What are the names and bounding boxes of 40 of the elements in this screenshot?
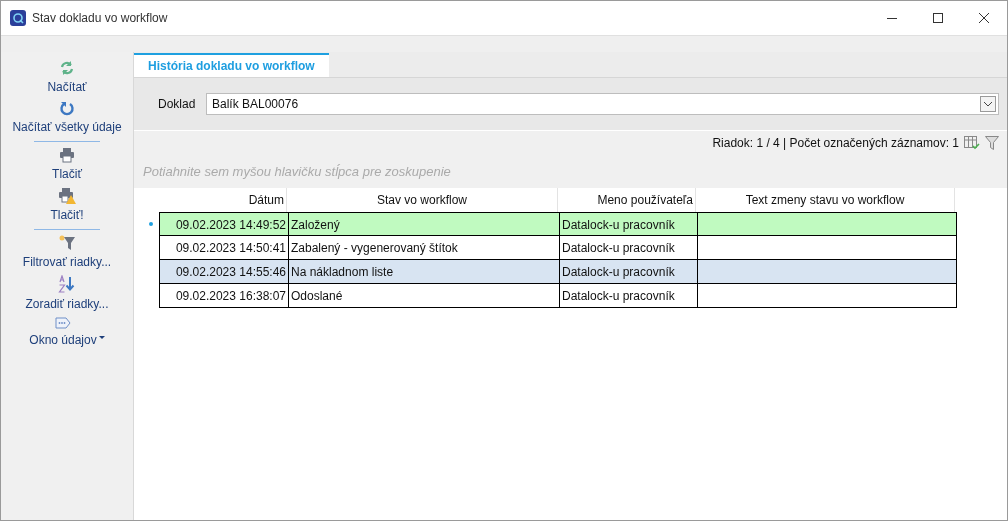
document-dropdown[interactable]: Balík BAL00076 [206,93,999,115]
table-cell-text: 09.02.2023 14:50:41 [174,239,287,257]
table-cell: Datalock-u pracovník [559,284,697,307]
table-cell: Na nákladnom liste [288,260,559,283]
table-cell: Datalock-u pracovník [559,236,697,259]
sidebar-button[interactable]: Filtrovať riadky... [18,233,116,273]
table-row[interactable]: 09.02.2023 14:49:52 Založený Datalock-u pracovník [159,212,957,236]
table-row[interactable]: 09.02.2023 14:55:46 Na nákladnom liste Datalock-u pracovník [159,260,957,284]
table-cell: Datalock-u pracovník [559,260,697,283]
sidebar-button[interactable]: Tlačiť! [46,185,88,226]
reload-icon [59,100,75,116]
table-cell-text: 09.02.2023 16:38:07 [174,287,287,305]
table-cell: Zabalený - vygenerovaný štítok [288,236,559,259]
table-cell: Odoslané [288,284,559,307]
sort-icon [58,275,76,293]
sidebar-button[interactable]: Okno údajov [25,315,109,351]
refresh-icon [59,60,75,76]
app-logo-icon [10,10,26,26]
window-title: Stav dokladu vo workflow [32,10,168,27]
close-icon [979,13,989,23]
table-cell-text: 09.02.2023 14:49:52 [174,216,287,234]
sidebar-button[interactable]: Zoradiť riadky... [21,273,113,315]
group-panel-hint: Potiahnite sem myšou hlavičku stĺpca pre zoskupenie [143,162,451,181]
caret-icon [98,336,105,339]
sidebar-button[interactable]: Načítať všetky údaje [8,98,126,138]
table-check-icon[interactable] [964,136,980,150]
printer-warning-icon [58,187,76,204]
tag-icon [55,317,71,329]
table-cell-text: 09.02.2023 14:55:46 [174,263,287,281]
printer-icon [59,147,75,163]
table-row[interactable]: 09.02.2023 14:50:41 Zabalený - vygenerovaný štítok Datalock-u pracovník [159,236,957,260]
table-row[interactable]: 09.02.2023 16:38:07 Odoslané Datalock-u pracovník [159,284,957,308]
minimize-icon [887,17,897,19]
filter-icon [58,235,76,251]
status-text: Riadok: 1 / 4 | Počet označených záznamov: 1 [712,135,959,152]
maximize-icon [933,13,943,23]
filter-icon[interactable] [985,136,999,150]
sidebar-button[interactable]: Tlačiť [48,145,86,185]
field-label: Doklad [158,96,197,113]
sidebar-button[interactable]: Načítať [43,58,91,98]
